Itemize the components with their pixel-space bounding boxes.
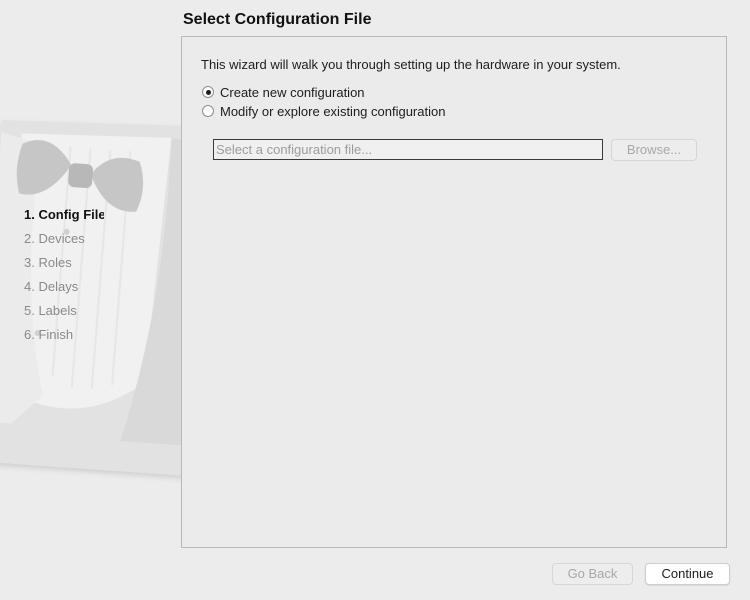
continue-button[interactable]: Continue	[645, 563, 730, 585]
browse-button[interactable]: Browse...	[611, 139, 697, 161]
go-back-button[interactable]: Go Back	[552, 563, 633, 585]
modify-existing-configuration-label: Modify or explore existing configuration	[220, 103, 446, 119]
radio-button-unselected[interactable]	[202, 105, 214, 117]
page-title: Select Configuration File	[183, 11, 372, 28]
modify-existing-configuration-option[interactable]: Modify or explore existing configuration	[202, 102, 445, 120]
step-delays: 4. Delays	[24, 279, 79, 294]
step-finish: 6. Finish	[24, 327, 74, 342]
create-new-configuration-label: Create new configuration	[220, 84, 365, 100]
intro-text: This wizard will walk you through settin…	[201, 57, 621, 72]
content-panel: This wizard will walk you through settin…	[181, 36, 727, 548]
create-new-configuration-option[interactable]: Create new configuration	[202, 83, 365, 101]
step-devices: 2. Devices	[24, 231, 85, 246]
configuration-file-input[interactable]	[213, 139, 603, 160]
wizard-window: 1. Config File 2. Devices 3. Roles 4. De…	[0, 0, 750, 600]
wizard-steps: 1. Config File 2. Devices 3. Roles 4. De…	[24, 204, 104, 348]
step-labels: 5. Labels	[24, 303, 77, 318]
step-roles: 3. Roles	[24, 255, 72, 270]
step-config-file: 1. Config File	[24, 207, 104, 222]
radio-button-selected[interactable]	[202, 86, 214, 98]
